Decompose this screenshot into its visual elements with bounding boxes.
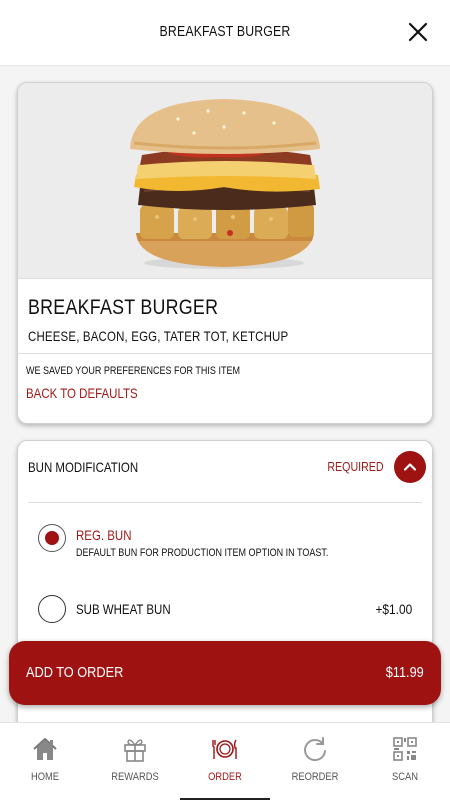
- collapse-button[interactable]: [394, 451, 426, 483]
- back-to-defaults-link[interactable]: BACK TO DEFAULTS: [26, 385, 138, 401]
- nav-home[interactable]: HOME: [0, 723, 90, 800]
- option-name: REG. BUN: [76, 527, 132, 543]
- radio-unselected[interactable]: [38, 595, 66, 623]
- option-price: +$1.00: [375, 601, 412, 617]
- add-to-order-label: ADD TO ORDER: [26, 664, 124, 681]
- qr-code-icon: [393, 737, 417, 761]
- preference-note: WE SAVED YOUR PREFERENCES FOR THIS ITEM: [26, 365, 241, 377]
- add-to-order-button[interactable]: ADD TO ORDER $11.99: [9, 641, 441, 705]
- nav-scan[interactable]: SCAN: [360, 723, 450, 800]
- burger-image: [130, 99, 320, 269]
- nav-label: REWARDS: [111, 771, 159, 783]
- item-title: BREAKFAST BURGER: [28, 296, 219, 319]
- refresh-icon: [304, 737, 326, 762]
- option-name: SUB WHEAT BUN: [76, 601, 171, 617]
- top-bar: BREAKFAST BURGER: [0, 0, 450, 66]
- divider: [28, 502, 422, 503]
- option-reg-bun[interactable]: REG. BUN DEFAULT BUN FOR PRODUCTION ITEM…: [18, 521, 432, 571]
- nav-reorder[interactable]: REORDER: [270, 723, 360, 800]
- item-image: [18, 83, 432, 279]
- nav-label: HOME: [30, 771, 60, 783]
- nav-rewards[interactable]: REWARDS: [90, 723, 180, 800]
- chevron-up-icon: [403, 463, 417, 471]
- nav-label: REORDER: [291, 771, 339, 783]
- divider: [18, 353, 432, 354]
- home-icon: [33, 738, 57, 760]
- close-button[interactable]: [406, 20, 430, 44]
- nav-label: ORDER: [208, 771, 242, 783]
- item-description: CHEESE, BACON, EGG, TATER TOT, KETCHUP: [28, 328, 289, 344]
- bottom-navigation: HOME REWARDS ORDER REORDER SCAN: [0, 722, 450, 800]
- modification-title: BUN MODIFICATION: [28, 459, 139, 475]
- required-label: REQUIRED: [327, 459, 384, 474]
- option-description: DEFAULT BUN FOR PRODUCTION ITEM OPTION I…: [76, 547, 329, 559]
- radio-selected[interactable]: [38, 524, 66, 552]
- nav-order[interactable]: ORDER: [180, 723, 270, 800]
- item-card: BREAKFAST BURGER CHEESE, BACON, EGG, TAT…: [17, 82, 433, 424]
- page-title: BREAKFAST BURGER: [159, 23, 291, 40]
- nav-label: SCAN: [392, 771, 418, 783]
- option-sub-wheat-bun[interactable]: SUB WHEAT BUN +$1.00: [18, 593, 432, 643]
- gift-icon: [124, 739, 146, 762]
- plate-utensils-icon: [212, 739, 237, 759]
- close-icon: [408, 22, 428, 42]
- order-total: $11.99: [385, 664, 424, 681]
